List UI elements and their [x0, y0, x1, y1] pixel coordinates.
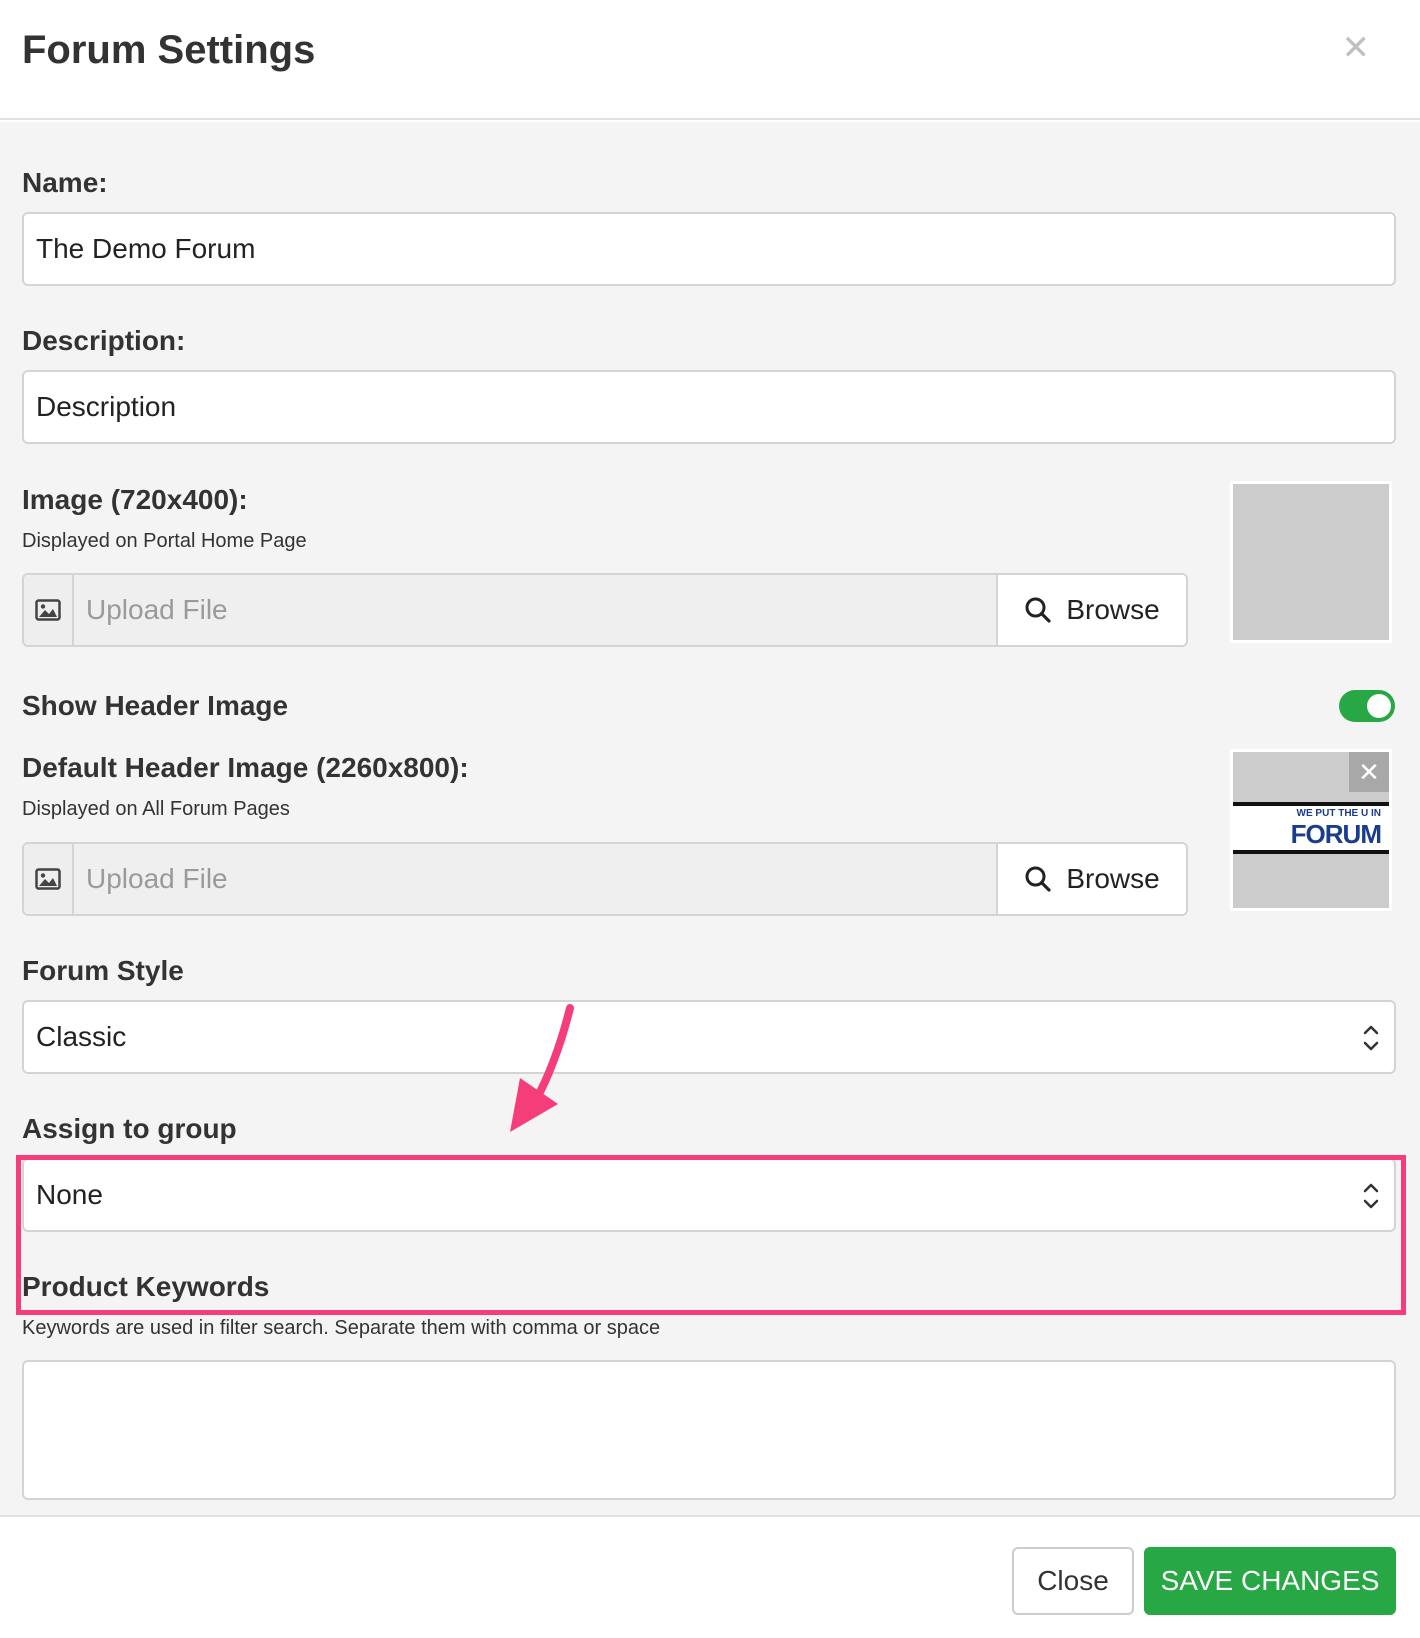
- image-thumbnail: [1230, 481, 1392, 643]
- header-image-upload-field[interactable]: Upload File Browse: [22, 842, 1188, 916]
- product-keywords-label: Product Keywords: [22, 1271, 270, 1302]
- header-thumbnail-banner: WE PUT THE U IN FORUM: [1233, 802, 1389, 854]
- show-header-image-toggle[interactable]: [1339, 690, 1395, 722]
- product-keywords-hint: Keywords are used in filter search. Sepa…: [22, 1317, 661, 1339]
- image-label: Image (720x400):: [22, 484, 248, 515]
- close-icon[interactable]: ✕: [1342, 28, 1371, 68]
- forum-style-select[interactable]: Classic: [22, 1000, 1396, 1074]
- modal-header: Forum Settings ✕: [0, 0, 1420, 120]
- header-image-browse-label: Browse: [1066, 863, 1160, 894]
- thumbnail-small-text: WE PUT THE U IN: [1296, 808, 1381, 819]
- save-changes-button[interactable]: SAVE CHANGES: [1144, 1547, 1396, 1615]
- modal-title: Forum Settings: [22, 28, 316, 72]
- header-image-thumbnail: WE PUT THE U IN FORUM ✕: [1230, 749, 1392, 911]
- default-header-image-label: Default Header Image (2260x800):: [22, 752, 469, 783]
- header-image-upload-placeholder: Upload File: [86, 863, 228, 894]
- select-arrows-icon: [1363, 1025, 1379, 1051]
- thumbnail-big-text: FORUM: [1290, 819, 1382, 849]
- search-icon: [1025, 597, 1051, 623]
- forum-style-value: Classic: [36, 1021, 127, 1052]
- show-header-image-label: Show Header Image: [22, 690, 289, 721]
- default-header-image-hint: Displayed on All Forum Pages: [22, 798, 290, 820]
- assign-to-group-value: None: [36, 1179, 103, 1210]
- remove-image-icon[interactable]: ✕: [1349, 752, 1389, 792]
- name-input[interactable]: The Demo Forum: [22, 212, 1396, 286]
- header-image-browse-button[interactable]: Browse: [996, 844, 1186, 914]
- image-browse-label: Browse: [1066, 594, 1160, 625]
- modal-body: Name: The Demo Forum Description: Descri…: [0, 122, 1420, 1515]
- toggle-knob: [1367, 694, 1391, 718]
- image-hint: Displayed on Portal Home Page: [22, 530, 307, 552]
- image-icon: [24, 844, 74, 914]
- image-icon: [24, 575, 74, 645]
- select-arrows-icon: [1363, 1183, 1379, 1209]
- image-browse-button[interactable]: Browse: [996, 575, 1186, 645]
- description-input[interactable]: Description: [22, 370, 1396, 444]
- image-upload-field[interactable]: Upload File Browse: [22, 573, 1188, 647]
- assign-to-group-label: Assign to group: [22, 1113, 237, 1144]
- assign-to-group-select[interactable]: None: [22, 1158, 1396, 1232]
- name-label: Name:: [22, 167, 108, 198]
- image-upload-placeholder: Upload File: [86, 594, 228, 625]
- modal-footer: Close SAVE CHANGES: [0, 1515, 1420, 1638]
- description-label: Description:: [22, 325, 186, 356]
- close-button[interactable]: Close: [1012, 1547, 1134, 1615]
- forum-style-label: Forum Style: [22, 955, 184, 986]
- product-keywords-textarea[interactable]: [22, 1360, 1396, 1500]
- search-icon: [1025, 866, 1051, 892]
